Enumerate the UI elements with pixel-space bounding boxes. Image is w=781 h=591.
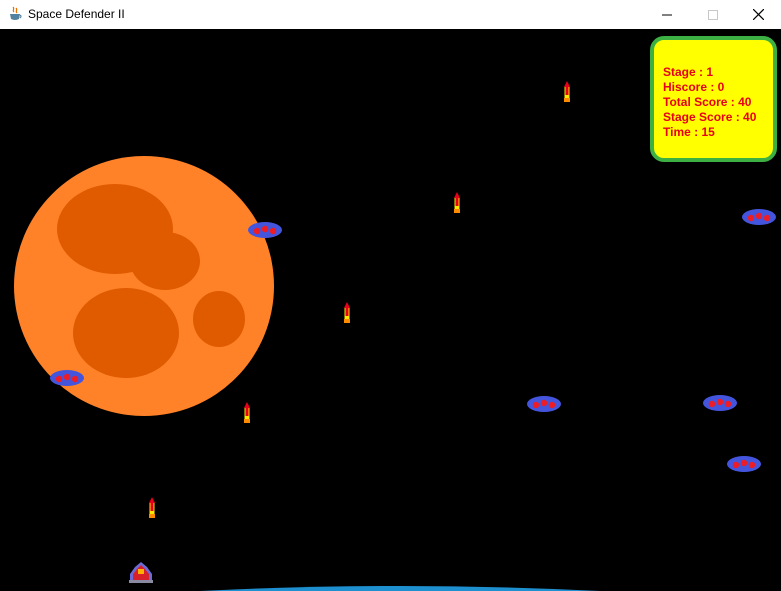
time-label: Time : 15 [663,125,715,139]
stage-score-label: Stage Score : 40 [663,110,757,124]
window-titlebar: Space Defender II [0,0,781,29]
missile-icon [454,192,460,213]
ufo-icon [703,395,737,411]
close-icon [752,9,764,20]
ufo-icon [727,456,761,472]
hiscore-label: Hiscore : 0 [663,80,725,94]
missile-icon [149,497,155,518]
minimize-icon [662,14,672,15]
close-button[interactable] [735,0,781,29]
maximize-button[interactable] [690,0,736,29]
score-list: Stage : 1 Hiscore : 0 Total Score : 40 S… [663,65,756,140]
missile-icon [564,81,570,102]
maximize-icon [708,9,718,20]
game-canvas[interactable]: Stage : 1 Hiscore : 0 Total Score : 40 S… [0,29,781,591]
ufo-icon [50,370,84,386]
ground-horizon [200,586,600,591]
minimize-button[interactable] [644,0,690,29]
ufo-icon [527,396,561,412]
stage-label: Stage : 1 [663,65,714,79]
ufo-icon [742,209,776,225]
score-panel: Stage : 1 Hiscore : 0 Total Score : 40 S… [650,36,777,162]
ufo-icon [248,222,282,238]
missile-icon [344,302,350,323]
player-ship-icon [129,562,153,583]
missile-icon [244,402,250,423]
window-title: Space Defender II [28,7,125,21]
java-cup-icon [8,6,22,22]
total-score-label: Total Score : 40 [663,95,752,109]
